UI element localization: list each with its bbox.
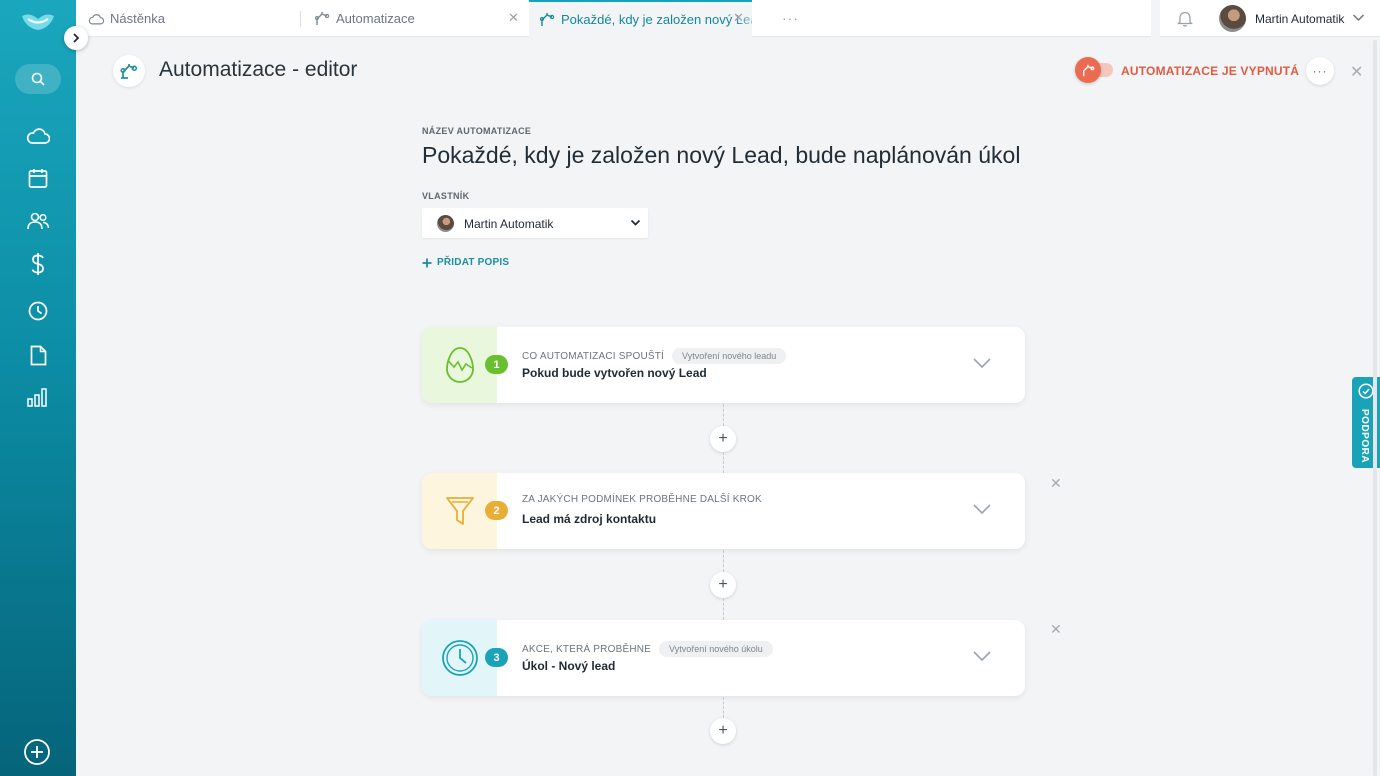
add-description-label: PŘIDAT POPIS xyxy=(437,257,510,268)
automation-icon xyxy=(314,11,330,27)
step-caption-text: AKCE, KTERÁ PROBĚHNE xyxy=(522,643,652,655)
chevron-down-icon[interactable] xyxy=(972,502,992,516)
tab-divider xyxy=(300,11,301,27)
step-title: Lead má zdroj kontaktu xyxy=(522,512,657,526)
avatar xyxy=(437,215,454,232)
people-icon xyxy=(27,212,50,230)
avatar[interactable] xyxy=(1219,5,1246,32)
tab-close-button[interactable]: ✕ xyxy=(508,10,519,26)
owner-select[interactable]: Martin Automatik xyxy=(422,208,648,238)
step-connector xyxy=(723,598,724,620)
step-card-trigger[interactable]: 1 CO AUTOMATIZACI SPOUŠTÍ Vytvoření nové… xyxy=(422,327,1025,403)
sidebar-item-activities[interactable] xyxy=(24,297,52,325)
toggle-knob xyxy=(1075,57,1101,83)
remove-step-button[interactable]: ✕ xyxy=(1050,621,1062,638)
filter-icon xyxy=(445,497,474,525)
remove-step-button[interactable]: ✕ xyxy=(1050,475,1062,492)
tab-automations[interactable]: Automatizace xyxy=(314,0,514,37)
step-caption: CO AUTOMATIZACI SPOUŠTÍ Vytvoření nového… xyxy=(522,348,787,364)
bell-icon[interactable] xyxy=(1177,10,1193,27)
owner-label: VLASTNÍK xyxy=(422,191,470,201)
sidebar-item-documents[interactable] xyxy=(24,341,52,369)
tab-current-automation[interactable]: Pokaždé, kdy je založen nový Lead xyxy=(529,0,752,37)
sidebar xyxy=(0,0,76,776)
sidebar-toggle-button[interactable] xyxy=(64,26,88,50)
automation-status-label[interactable]: AUTOMATIZACE JE VYPNUTÁ xyxy=(1121,64,1299,78)
owner-name: Martin Automatik xyxy=(464,217,554,231)
sidebar-item-dashboard[interactable] xyxy=(24,122,52,150)
chevron-down-icon[interactable] xyxy=(1352,11,1365,24)
lead-egg-icon xyxy=(445,347,474,383)
automation-status-toggle[interactable] xyxy=(1075,57,1113,83)
step-card-condition[interactable]: 2 ZA JAKÝCH PODMÍNEK PROBĚHNE DALŠÍ KROK… xyxy=(422,473,1025,549)
step-title: Pokud bude vytvořen nový Lead xyxy=(522,366,707,380)
sidebar-item-calendar[interactable] xyxy=(24,164,52,192)
page-title: Automatizace - editor xyxy=(159,58,358,81)
tab-bar: Nástěnka Automatizace ✕ Pokaždé, kdy je … xyxy=(76,0,1151,37)
tab-label: Pokaždé, kdy je založen nový Lead xyxy=(561,12,752,27)
step-title: Úkol - Nový lead xyxy=(522,659,616,673)
step-tag: Vytvoření nového úkolu xyxy=(659,641,773,657)
document-icon xyxy=(30,345,46,365)
step-number-badge: 1 xyxy=(485,355,508,374)
add-step-button[interactable]: + xyxy=(710,718,736,744)
bar-chart-icon xyxy=(27,388,47,407)
sidebar-item-deals[interactable] xyxy=(24,250,52,278)
add-step-button[interactable]: + xyxy=(710,572,736,598)
dollar-icon xyxy=(31,253,44,275)
chevron-down-icon xyxy=(630,219,641,226)
sidebar-item-reports[interactable] xyxy=(24,383,52,411)
tab-dashboard[interactable]: Nástěnka xyxy=(88,0,298,37)
scrollbar[interactable] xyxy=(1372,40,1378,776)
tab-close-button[interactable]: ✕ xyxy=(733,10,744,26)
clock-icon xyxy=(441,640,478,676)
step-caption-text: ZA JAKÝCH PODMÍNEK PROBĚHNE DALŠÍ KROK xyxy=(522,494,762,505)
user-name[interactable]: Martin Automatik xyxy=(1255,12,1344,26)
clock-icon xyxy=(28,301,48,321)
step-caption: ZA JAKÝCH PODMÍNEK PROBĚHNE DALŠÍ KROK xyxy=(522,494,762,505)
search-icon xyxy=(31,72,45,86)
app-logo-icon[interactable] xyxy=(20,10,56,34)
add-description-button[interactable]: PŘIDAT POPIS xyxy=(422,257,509,268)
chevron-right-icon xyxy=(73,33,80,43)
calendar-icon xyxy=(28,168,48,188)
step-tag: Vytvoření nového leadu xyxy=(672,348,787,364)
support-label: PODPORA xyxy=(1359,409,1370,464)
step-number-badge: 3 xyxy=(485,648,508,667)
sidebar-search-button[interactable] xyxy=(15,64,61,94)
step-connector xyxy=(723,404,724,426)
user-bar: Martin Automatik xyxy=(1160,0,1380,37)
automation-header-icon xyxy=(113,55,145,87)
chevron-down-icon[interactable] xyxy=(972,649,992,663)
automation-name-field[interactable]: Pokaždé, kdy je založen nový Lead, bude … xyxy=(422,142,1020,169)
add-icon[interactable] xyxy=(23,738,51,766)
close-editor-button[interactable]: ✕ xyxy=(1350,62,1363,82)
step-caption-text: CO AUTOMATIZACI SPOUŠTÍ xyxy=(522,350,665,362)
tab-label: Nástěnka xyxy=(110,11,165,26)
step-connector xyxy=(723,550,724,572)
sidebar-item-contacts[interactable] xyxy=(24,207,52,235)
plus-icon xyxy=(422,258,432,267)
add-step-button[interactable]: + xyxy=(710,426,736,452)
step-card-action[interactable]: 3 AKCE, KTERÁ PROBĚHNE Vytvoření nového … xyxy=(422,620,1025,696)
tabs-more-button[interactable]: ··· xyxy=(782,10,799,26)
cloud-icon xyxy=(88,11,104,27)
automation-icon xyxy=(1082,64,1094,76)
cloud-icon xyxy=(26,128,50,144)
step-number-badge: 2 xyxy=(485,501,508,520)
automation-icon xyxy=(540,12,555,28)
step-connector xyxy=(723,697,724,718)
tab-label: Automatizace xyxy=(336,11,415,26)
automation-name-label: NÁZEV AUTOMATIZACE xyxy=(422,126,532,136)
chevron-down-icon[interactable] xyxy=(972,356,992,370)
more-options-button[interactable]: ··· xyxy=(1306,57,1334,85)
step-connector xyxy=(723,452,724,473)
step-caption: AKCE, KTERÁ PROBĚHNE Vytvoření nového úk… xyxy=(522,641,773,657)
automation-icon xyxy=(120,64,138,79)
